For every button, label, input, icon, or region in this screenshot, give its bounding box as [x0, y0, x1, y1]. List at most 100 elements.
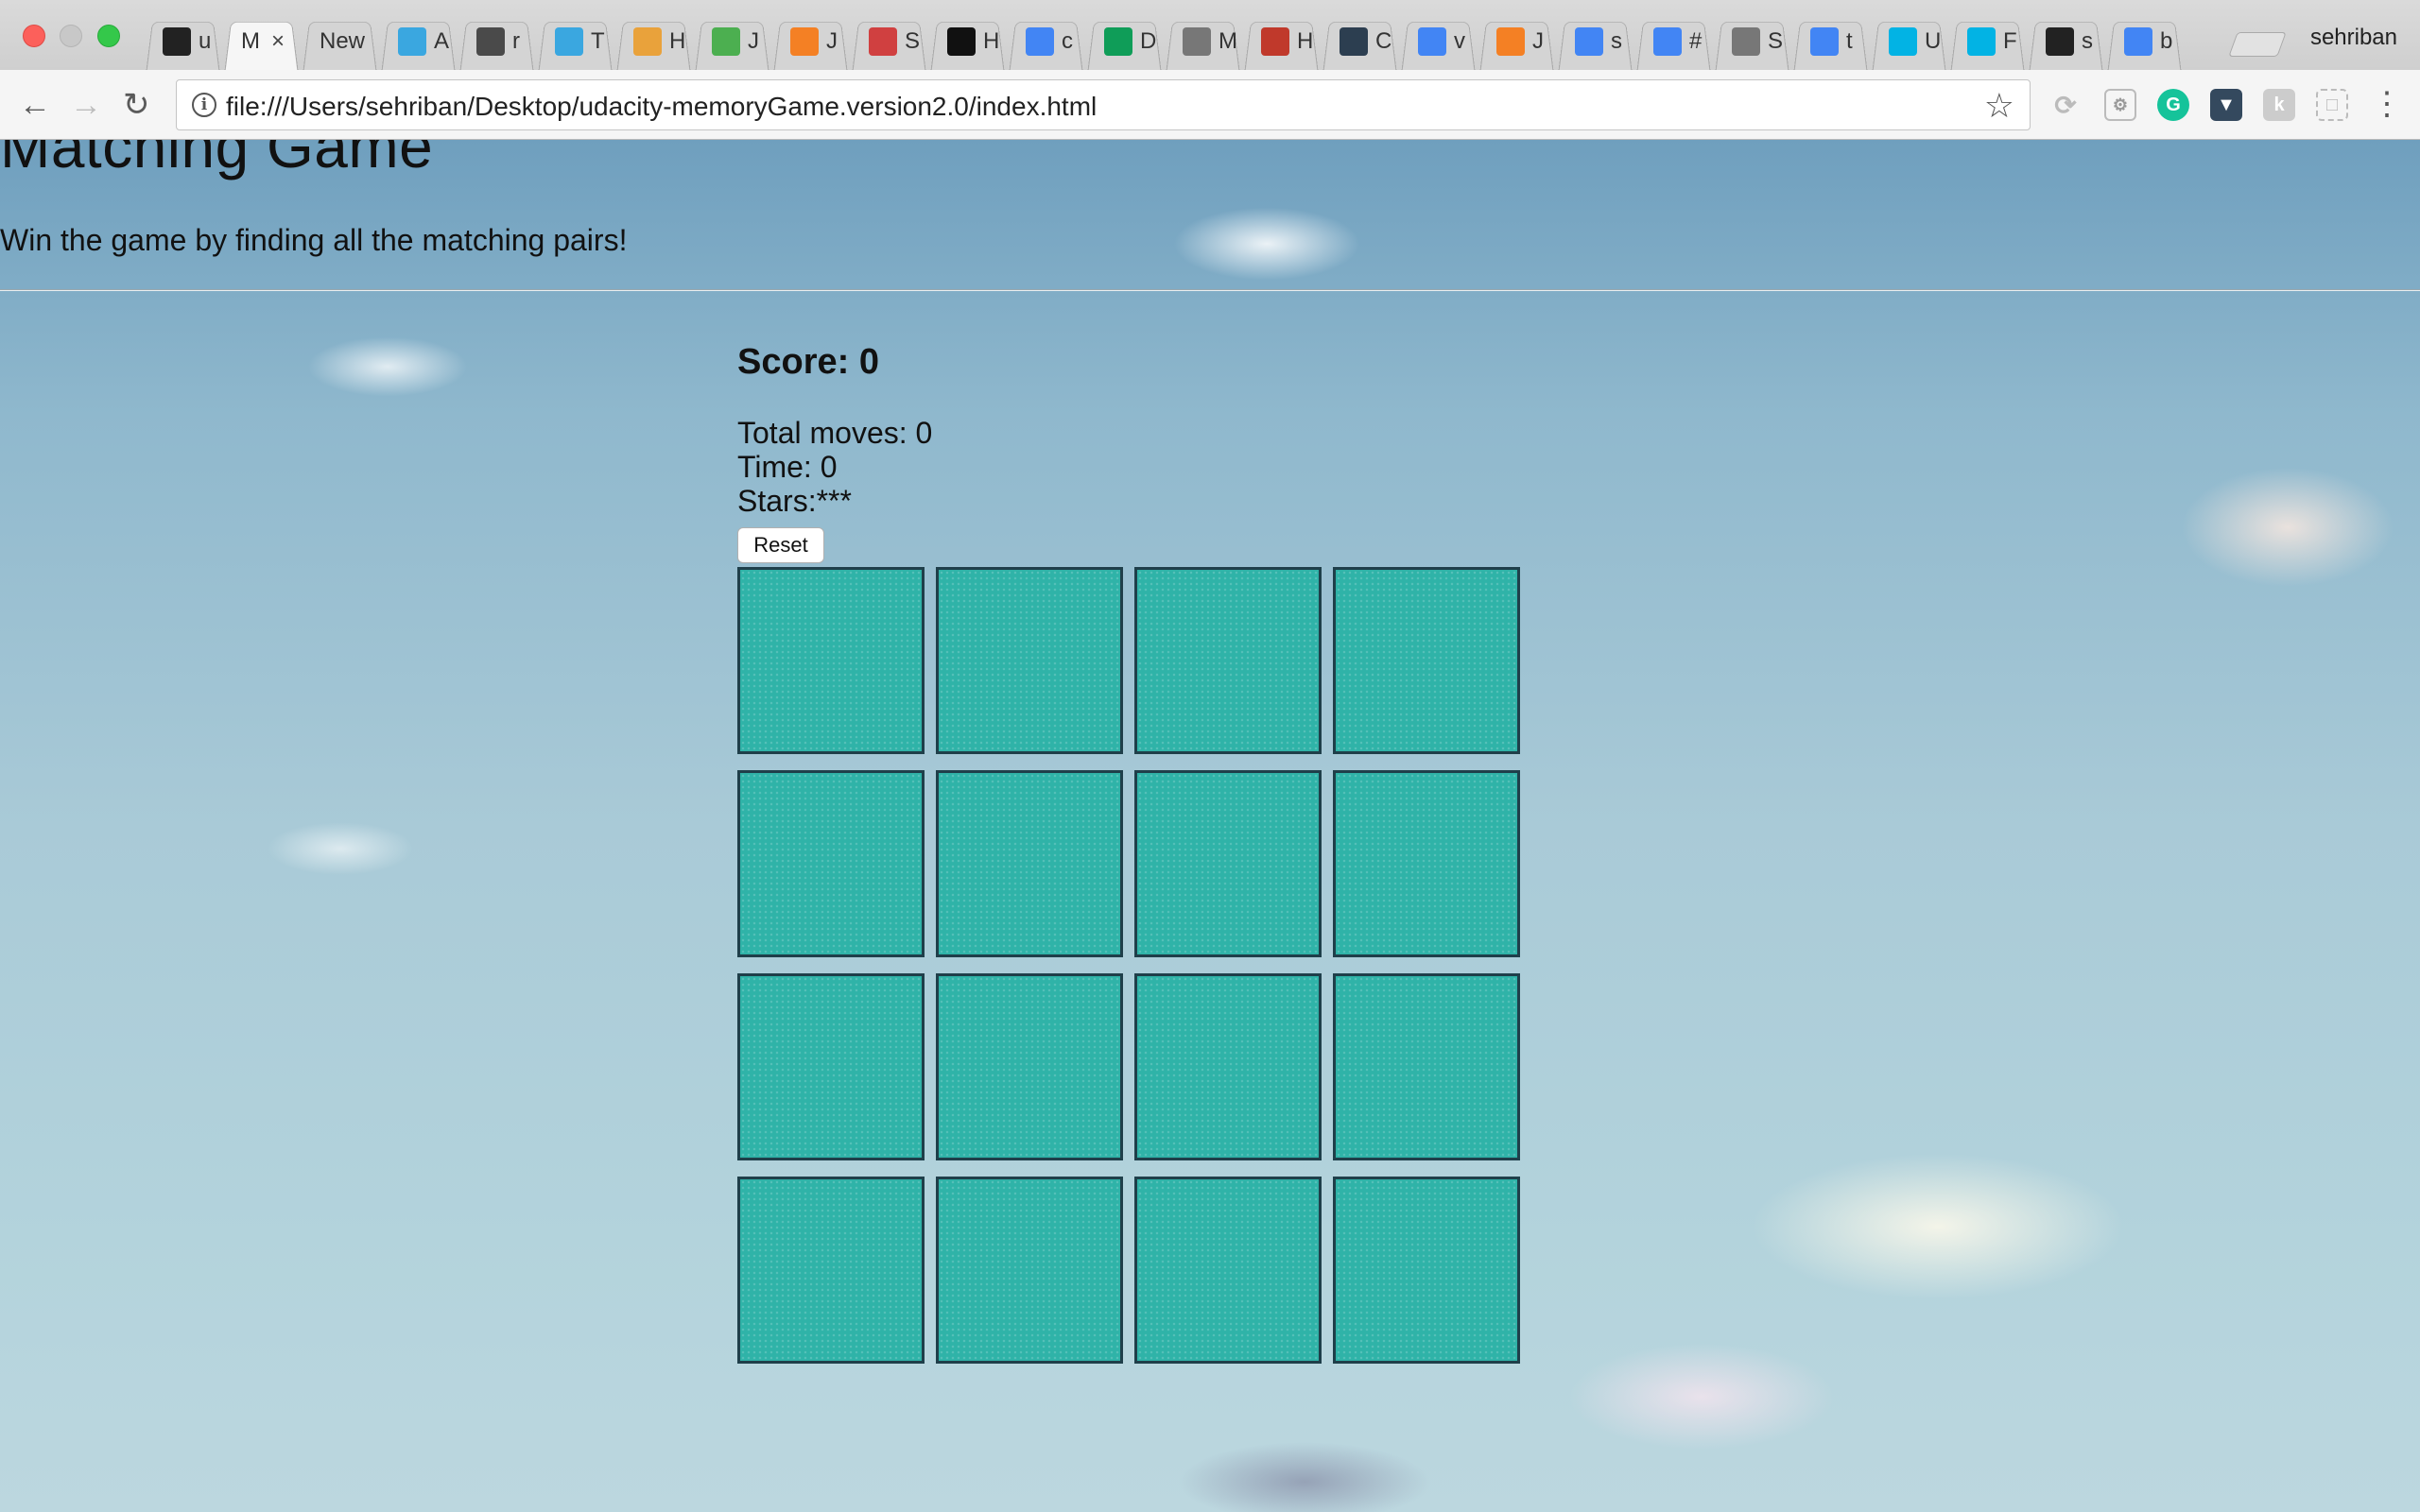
- pocket-ext-icon[interactable]: ▼: [2210, 89, 2242, 121]
- tab-label: J: [1532, 28, 1544, 54]
- tab-label: b: [2160, 28, 2173, 54]
- browser-tab[interactable]: H: [928, 13, 1007, 70]
- browser-titlebar: u M × New Ar T H J J S Hc D M H Cv Js # St U Fs b sehriban: [0, 0, 2420, 70]
- refresh-ext-icon[interactable]: ⟳: [2049, 89, 2082, 121]
- stackoverflow-icon: [790, 27, 819, 56]
- reload-button[interactable]: ↻: [123, 87, 150, 123]
- browser-tab[interactable]: t: [1791, 13, 1870, 70]
- google-icon: [2124, 27, 2152, 56]
- page-viewport: Matching Game Win the game by finding al…: [0, 140, 2420, 1512]
- tab-label: T: [591, 28, 605, 54]
- browser-tab[interactable]: J: [1478, 13, 1556, 70]
- google-icon: [1418, 27, 1446, 56]
- browser-tab[interactable]: s: [2027, 13, 2105, 70]
- browser-tab[interactable]: v: [1399, 13, 1478, 70]
- h-icon: [1261, 27, 1289, 56]
- browser-tab[interactable]: S: [1713, 13, 1791, 70]
- tab-label: J: [826, 28, 838, 54]
- browser-tab[interactable]: New: [301, 13, 379, 70]
- browser-tab[interactable]: u: [144, 13, 222, 70]
- memory-card[interactable]: [1333, 973, 1520, 1160]
- tab-label: M: [241, 28, 260, 54]
- memory-card[interactable]: [936, 1177, 1123, 1364]
- tab-label: c: [1062, 28, 1073, 54]
- browser-tab[interactable]: U: [1870, 13, 1948, 70]
- memory-card[interactable]: [1134, 1177, 1322, 1364]
- close-window-button[interactable]: [23, 25, 45, 47]
- reset-button[interactable]: Reset: [737, 527, 824, 563]
- card-grid: [737, 567, 1522, 1368]
- minimize-window-button[interactable]: [60, 25, 82, 47]
- tab-label: H: [1297, 28, 1314, 54]
- browser-tab[interactable]: C: [1321, 13, 1399, 70]
- tab-label: H: [983, 28, 1000, 54]
- tab-label: u: [199, 28, 212, 54]
- browser-tab[interactable]: b: [2105, 13, 2184, 70]
- address-bar[interactable]: i file:///Users/sehriban/Desktop/udacity…: [176, 79, 2031, 130]
- tab-label: F: [2003, 28, 2017, 54]
- bookmark-star-icon[interactable]: ☆: [1984, 86, 2014, 126]
- memory-card[interactable]: [936, 973, 1123, 1160]
- tab-close-icon[interactable]: ×: [271, 28, 285, 55]
- memory-card[interactable]: [936, 770, 1123, 957]
- page-title: Matching Game: [0, 140, 434, 180]
- w3-icon: [712, 27, 740, 56]
- memory-card[interactable]: [737, 973, 925, 1160]
- browser-menu-icon[interactable]: ⋮: [2371, 87, 2403, 121]
- forward-button[interactable]: →: [70, 87, 102, 123]
- browser-tab[interactable]: M: [1164, 13, 1242, 70]
- chrome-icon: [633, 27, 662, 56]
- browser-tab[interactable]: J: [771, 13, 850, 70]
- browser-tab[interactable]: F: [1948, 13, 2027, 70]
- browser-tab[interactable]: H: [1242, 13, 1321, 70]
- udacity-icon: [1889, 27, 1917, 56]
- tab-label: New: [320, 28, 366, 54]
- back-button[interactable]: ←: [19, 87, 51, 123]
- browser-tab[interactable]: c: [1007, 13, 1085, 70]
- browser-tab[interactable]: S: [850, 13, 928, 70]
- memory-card[interactable]: [1134, 973, 1322, 1160]
- tab-label: s: [1611, 28, 1622, 54]
- moves-counter: Total moves: 0: [737, 416, 933, 450]
- browser-tab[interactable]: T: [536, 13, 614, 70]
- document-icon: [1732, 27, 1760, 56]
- maximize-window-button[interactable]: [97, 25, 120, 47]
- new-tab-button[interactable]: [2228, 32, 2287, 57]
- grammarly-icon[interactable]: G: [2157, 89, 2189, 121]
- google-icon: [1810, 27, 1839, 56]
- github-icon: [163, 27, 191, 56]
- browser-tab[interactable]: #: [1634, 13, 1713, 70]
- browser-tab[interactable]: M ×: [222, 13, 301, 70]
- memory-card[interactable]: [1333, 567, 1520, 754]
- profile-name[interactable]: sehriban: [2310, 25, 2397, 51]
- react-ext-icon[interactable]: ⚙: [2104, 89, 2136, 121]
- browser-tab[interactable]: A: [379, 13, 458, 70]
- tab-label: S: [905, 28, 921, 54]
- tab-label: D: [1140, 28, 1157, 54]
- memory-card[interactable]: [737, 567, 925, 754]
- memory-card[interactable]: [737, 1177, 925, 1364]
- tab-label: s: [2082, 28, 2093, 54]
- stamp-ext-icon[interactable]: k: [2263, 89, 2295, 121]
- memory-card[interactable]: [1333, 770, 1520, 957]
- memory-card[interactable]: [737, 770, 925, 957]
- url-text[interactable]: file:///Users/sehriban/Desktop/udacity-m…: [226, 92, 1097, 122]
- browser-tab[interactable]: D: [1085, 13, 1164, 70]
- sa-icon: [869, 27, 897, 56]
- browser-tab[interactable]: s: [1556, 13, 1634, 70]
- info-icon[interactable]: i: [192, 93, 216, 117]
- browser-tab[interactable]: r: [458, 13, 536, 70]
- memory-card[interactable]: [1134, 567, 1322, 754]
- google-icon: [1026, 27, 1054, 56]
- memory-card[interactable]: [936, 567, 1123, 754]
- bird-icon: [398, 27, 426, 56]
- tab-label: r: [512, 28, 520, 54]
- browser-tab[interactable]: H: [614, 13, 693, 70]
- browser-tab[interactable]: J: [693, 13, 771, 70]
- stackoverflow-icon: [1496, 27, 1525, 56]
- memory-card[interactable]: [1134, 770, 1322, 957]
- tab-label: H: [669, 28, 686, 54]
- memory-card[interactable]: [1333, 1177, 1520, 1364]
- capture-ext-icon[interactable]: □: [2316, 89, 2348, 121]
- tab-label: v: [1454, 28, 1465, 54]
